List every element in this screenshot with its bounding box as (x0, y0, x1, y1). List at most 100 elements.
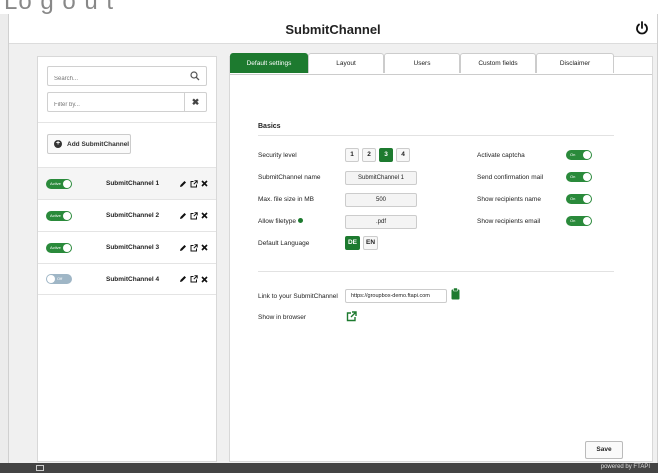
filetype-field[interactable]: .pdf (345, 215, 417, 229)
add-button-label: Add SubmitChannel (67, 140, 130, 148)
filetype-label-text: Allow filetype (258, 218, 296, 225)
logo-icon (36, 465, 44, 471)
open-external-icon[interactable] (190, 179, 198, 188)
top-strip-text: Lo g o u t (4, 0, 115, 14)
info-icon[interactable] (297, 218, 303, 223)
divider (38, 122, 216, 123)
toggle-label: Active (50, 244, 61, 250)
toggle-label: Active (50, 212, 61, 218)
tab-default-settings[interactable]: Default settings (230, 53, 308, 73)
max-size-field[interactable]: 500 (345, 193, 417, 207)
language-option[interactable]: DE (345, 236, 360, 250)
channel-row[interactable]: Active SubmitChannel 3 (38, 231, 216, 263)
channel-name: SubmitChannel 1 (106, 180, 160, 187)
browser-label: Show in browser (258, 314, 307, 321)
channel-row[interactable]: Active SubmitChannel 2 (38, 199, 216, 231)
tab-disclaimer[interactable]: Disclaimer (536, 53, 614, 73)
tab-bar: Default settings Layout Users Custom fields… (230, 53, 614, 75)
save-button[interactable]: Save (585, 441, 623, 459)
top-strip: Lo g o u t (0, 0, 658, 14)
toggle-label: On (570, 152, 576, 157)
footer: powered by FTAPI (0, 463, 658, 473)
delete-icon[interactable] (201, 180, 208, 187)
toggle-knob (63, 179, 71, 188)
divider (258, 135, 614, 136)
option-toggle[interactable]: On (566, 172, 592, 182)
section-title-basics: Basics (258, 123, 281, 130)
security-level-label: Security level (258, 152, 297, 159)
search-input[interactable] (48, 70, 178, 88)
row-actions (179, 211, 208, 220)
option-toggle[interactable]: On (566, 150, 592, 160)
security-level-option[interactable]: 1 (345, 148, 359, 162)
toggle-label: On (570, 174, 576, 179)
security-level-option[interactable]: 3 (379, 148, 393, 162)
option-toggle[interactable]: On (566, 216, 592, 226)
option-toggle[interactable]: On (566, 194, 592, 204)
filter-input[interactable] (48, 96, 178, 114)
row-actions (179, 275, 208, 283)
plus-icon: + (54, 140, 62, 148)
toggle-knob (63, 211, 71, 220)
toggle-knob (583, 217, 591, 225)
pencil-icon[interactable] (179, 180, 187, 188)
channel-status-toggle[interactable]: Active (46, 210, 72, 221)
filter-box: ✖ (47, 92, 207, 114)
language-label: Default Language (258, 240, 310, 247)
pencil-icon[interactable] (179, 275, 187, 283)
powered-by-text: powered by FTAPI (600, 464, 650, 470)
toggle-label: Off (57, 276, 63, 281)
power-icon[interactable] (635, 21, 649, 35)
channel-status-toggle[interactable]: Active (46, 178, 72, 189)
open-external-icon[interactable] (190, 275, 198, 283)
toggle-label: On (570, 196, 576, 201)
option-label: Show recipients name (477, 196, 541, 203)
search-icon[interactable] (190, 71, 200, 81)
pencil-icon[interactable] (179, 212, 187, 220)
pencil-icon[interactable] (179, 244, 187, 252)
channel-row[interactable]: Active SubmitChannel 1 (38, 167, 216, 199)
toggle-label: Active (50, 180, 61, 186)
security-level-option[interactable]: 2 (362, 148, 376, 162)
search-box (47, 66, 207, 88)
channel-status-toggle[interactable]: Active (46, 242, 72, 253)
security-level-selector: 1234 (345, 148, 410, 162)
toggle-knob (583, 151, 591, 159)
name-label: SubmitChannel name (258, 174, 321, 181)
tab-users[interactable]: Users (384, 53, 460, 73)
language-selector: DE EN (345, 236, 378, 250)
toggle-knob (63, 243, 71, 252)
clear-filter-button[interactable]: ✖ (184, 93, 206, 111)
channel-list-panel: ✖ + Add SubmitChannel Active SubmitChanne… (37, 56, 217, 462)
option-label: Send confirmation mail (477, 174, 544, 181)
delete-icon[interactable] (201, 212, 208, 219)
name-field[interactable]: SubmitChannel 1 (345, 171, 417, 185)
max-size-label: Max. file size in MB (258, 196, 314, 203)
header: SubmitChannel (9, 14, 657, 44)
add-submitchannel-button[interactable]: + Add SubmitChannel (47, 134, 131, 154)
filetype-label: Allow filetype (258, 218, 303, 225)
tab-custom-fields[interactable]: Custom fields (460, 53, 536, 73)
external-link-icon[interactable] (346, 311, 357, 322)
channel-row[interactable]: Off SubmitChannel 4 (38, 263, 216, 295)
option-label: Show recipients email (477, 218, 541, 225)
open-external-icon[interactable] (190, 211, 198, 220)
delete-icon[interactable] (201, 244, 208, 251)
channel-name: SubmitChannel 4 (106, 275, 160, 283)
channel-status-toggle[interactable]: Off (46, 274, 72, 284)
language-option[interactable]: EN (363, 236, 378, 250)
option-label: Activate captcha (477, 152, 525, 159)
clipboard-icon[interactable] (451, 288, 460, 300)
tab-layout[interactable]: Layout (308, 53, 384, 73)
toggle-label: On (570, 218, 576, 223)
open-external-icon[interactable] (190, 243, 198, 252)
delete-icon[interactable] (201, 275, 208, 283)
toggle-knob (583, 195, 591, 203)
security-level-option[interactable]: 4 (396, 148, 410, 162)
channel-name: SubmitChannel 2 (106, 212, 160, 219)
app-window: SubmitChannel ✖ + Add SubmitChannel Acti… (8, 14, 658, 463)
toggle-knob (583, 173, 591, 181)
link-label: Link to your SubmitChannel (258, 293, 338, 300)
link-field[interactable]: https://groupbox-demo.ftapi.com (345, 289, 447, 303)
settings-panel: Default settings Layout Users Custom fields… (229, 53, 653, 462)
